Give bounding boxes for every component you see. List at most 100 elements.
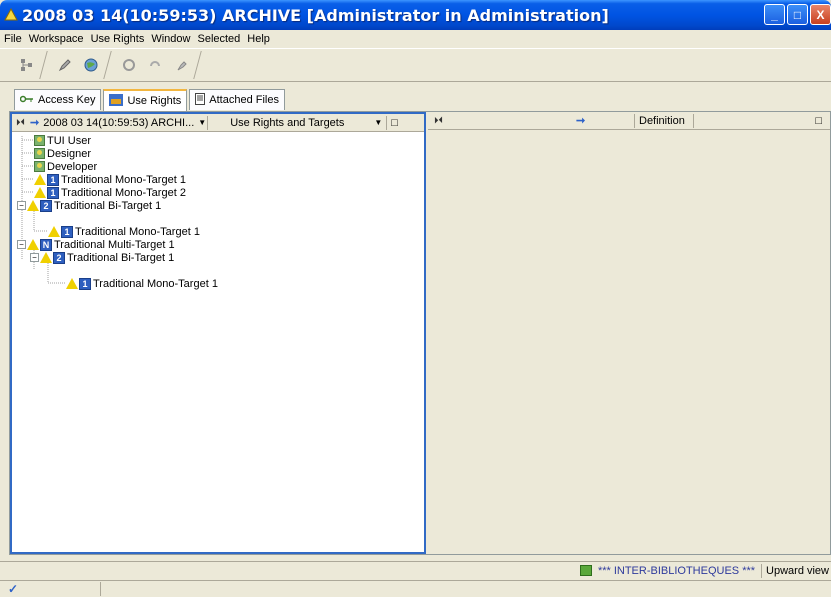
- navigate-icon[interactable]: ⏵⏴: [434, 115, 574, 126]
- maximize-panel-icon[interactable]: □: [391, 117, 398, 129]
- navigate-icon[interactable]: ⏵⏴: [16, 117, 28, 128]
- tree-item[interactable]: 1 Traditional Mono-Target 1: [34, 173, 186, 186]
- target-badge-icon: 1: [79, 277, 91, 290]
- tree-item-label: Traditional Bi-Target 1: [67, 251, 175, 264]
- close-button[interactable]: X: [810, 4, 831, 25]
- tab-use-rights[interactable]: Use Rights: [103, 89, 188, 111]
- refresh-icon[interactable]: [116, 52, 142, 78]
- view-combo[interactable]: Use Rights and Targets ▼: [212, 117, 382, 129]
- tab-label: Use Rights: [127, 95, 182, 107]
- bottom-separator: [100, 582, 101, 596]
- toolbar-separator: [193, 51, 207, 79]
- warning-icon: [27, 239, 39, 250]
- menu-help[interactable]: Help: [247, 33, 270, 45]
- toolbar-separator: [103, 51, 117, 79]
- header-separator: [207, 115, 209, 130]
- view-status: Upward view: [766, 564, 829, 577]
- pencil-icon[interactable]: [52, 52, 78, 78]
- tree-item[interactable]: 1 Traditional Mono-Target 1: [48, 225, 200, 238]
- warning-icon: [34, 174, 46, 185]
- toolbar-separator: [39, 51, 53, 79]
- chevron-down-icon: ▼: [374, 118, 383, 127]
- tree-item[interactable]: 1 Traditional Mono-Target 1: [66, 277, 218, 290]
- tree-item-label: Traditional Mono-Target 1: [75, 225, 200, 238]
- tab-access-key[interactable]: Access Key: [14, 89, 102, 110]
- key-icon: [19, 94, 34, 106]
- tree-item-label: Traditional Multi-Target 1: [54, 238, 175, 251]
- title-bar: 2008 03 14(10:59:53) ARCHIVE [Administra…: [0, 0, 831, 30]
- tab-label: Attached Files: [209, 94, 279, 106]
- tab-strip: Access Key Use Rights Attached Files: [14, 89, 287, 111]
- right-panel-header: ⏵⏴ ➞ Definition □: [428, 112, 830, 130]
- status-bar: *** INTER-BIBLIOTHEQUES *** Upward view: [0, 561, 831, 579]
- status-separator: [761, 563, 763, 578]
- target-badge-icon: 1: [47, 186, 59, 199]
- header-separator: [634, 113, 635, 128]
- tree-item[interactable]: TUI User: [34, 134, 91, 147]
- window-title: 2008 03 14(10:59:53) ARCHIVE [Administra…: [22, 5, 609, 25]
- warning-icon: [40, 252, 52, 263]
- globe-icon[interactable]: [78, 52, 104, 78]
- tree-item-label: Traditional Mono-Target 2: [61, 186, 186, 199]
- target-badge-icon: 1: [61, 225, 73, 238]
- warning-icon: [66, 278, 78, 289]
- tree-item[interactable]: − 2 Traditional Bi-Target 1: [17, 199, 161, 212]
- pin-icon[interactable]: [168, 52, 194, 78]
- menu-use-rights[interactable]: Use Rights: [91, 33, 145, 45]
- check-icon: ✓: [8, 582, 19, 596]
- chevron-down-icon: ▼: [198, 118, 207, 127]
- maximize-panel-icon[interactable]: □: [815, 115, 822, 127]
- warning-icon: [34, 187, 46, 198]
- menu-window[interactable]: Window: [151, 33, 190, 45]
- user-icon: [34, 135, 45, 146]
- user-icon: [34, 161, 45, 172]
- collapse-icon[interactable]: −: [17, 240, 26, 249]
- tab-attached-files[interactable]: Attached Files: [189, 89, 285, 110]
- warning-icon: [27, 200, 39, 211]
- collapse-icon[interactable]: −: [17, 201, 26, 210]
- arrow-right-icon: ➞: [30, 117, 40, 129]
- minimize-button[interactable]: _: [764, 4, 785, 25]
- arrow-right-icon: ➞: [576, 115, 586, 127]
- user-icon: [34, 148, 45, 159]
- left-panel: ⏵⏴ ➞ 2008 03 14(10:59:53) ARCHI... ▼ Use…: [10, 112, 426, 554]
- left-panel-header: ⏵⏴ ➞ 2008 03 14(10:59:53) ARCHI... ▼ Use…: [12, 114, 424, 132]
- target-badge-icon: 2: [53, 251, 65, 264]
- target-badge-icon: 1: [47, 173, 59, 186]
- tree-item-label: Developer: [47, 160, 98, 173]
- use-rights-icon: [109, 93, 124, 109]
- tree-item-label: TUI User: [47, 134, 91, 147]
- view-combo-value: Use Rights and Targets: [230, 116, 345, 129]
- tree-item[interactable]: − 2 Traditional Bi-Target 1: [30, 251, 174, 264]
- tree-view: TUI User Designer Developer 1 Traditiona…: [12, 132, 424, 552]
- app-icon: [4, 7, 18, 22]
- source-combo[interactable]: 2008 03 14(10:59:53) ARCHI... ▼: [43, 116, 207, 129]
- tree-icon[interactable]: [14, 52, 40, 78]
- right-panel: ⏵⏴ ➞ Definition □: [428, 112, 830, 554]
- column-definition[interactable]: Definition: [639, 115, 689, 127]
- target-badge-icon: 2: [40, 199, 52, 212]
- menu-bar: File Workspace Use Rights Window Selecte…: [0, 30, 831, 48]
- tab-label: Access Key: [38, 94, 96, 106]
- collapse-icon[interactable]: −: [30, 253, 39, 262]
- toolbar: [0, 48, 831, 82]
- source-combo-value: 2008 03 14(10:59:53) ARCHI...: [43, 116, 195, 129]
- tree-item[interactable]: Designer: [34, 147, 91, 160]
- tree-item-label: Traditional Mono-Target 1: [93, 277, 218, 290]
- tree-item-label: Designer: [47, 147, 92, 160]
- undo-icon[interactable]: [142, 52, 168, 78]
- header-separator: [386, 115, 388, 130]
- maximize-button[interactable]: □: [787, 4, 808, 25]
- menu-selected[interactable]: Selected: [197, 33, 240, 45]
- main-area: ⏵⏴ ➞ 2008 03 14(10:59:53) ARCHI... ▼ Use…: [9, 111, 831, 555]
- document-icon: [195, 92, 206, 108]
- menu-file[interactable]: File: [4, 33, 22, 45]
- menu-workspace[interactable]: Workspace: [29, 33, 84, 45]
- library-icon: [579, 565, 592, 576]
- header-separator: [693, 113, 694, 128]
- tree-item[interactable]: 1 Traditional Mono-Target 2: [34, 186, 186, 199]
- tree-item[interactable]: Developer: [34, 160, 97, 173]
- bottom-bar: ✓: [0, 580, 831, 597]
- tree-item-label: Traditional Mono-Target 1: [61, 173, 186, 186]
- tree-item[interactable]: − N Traditional Multi-Target 1: [17, 238, 175, 251]
